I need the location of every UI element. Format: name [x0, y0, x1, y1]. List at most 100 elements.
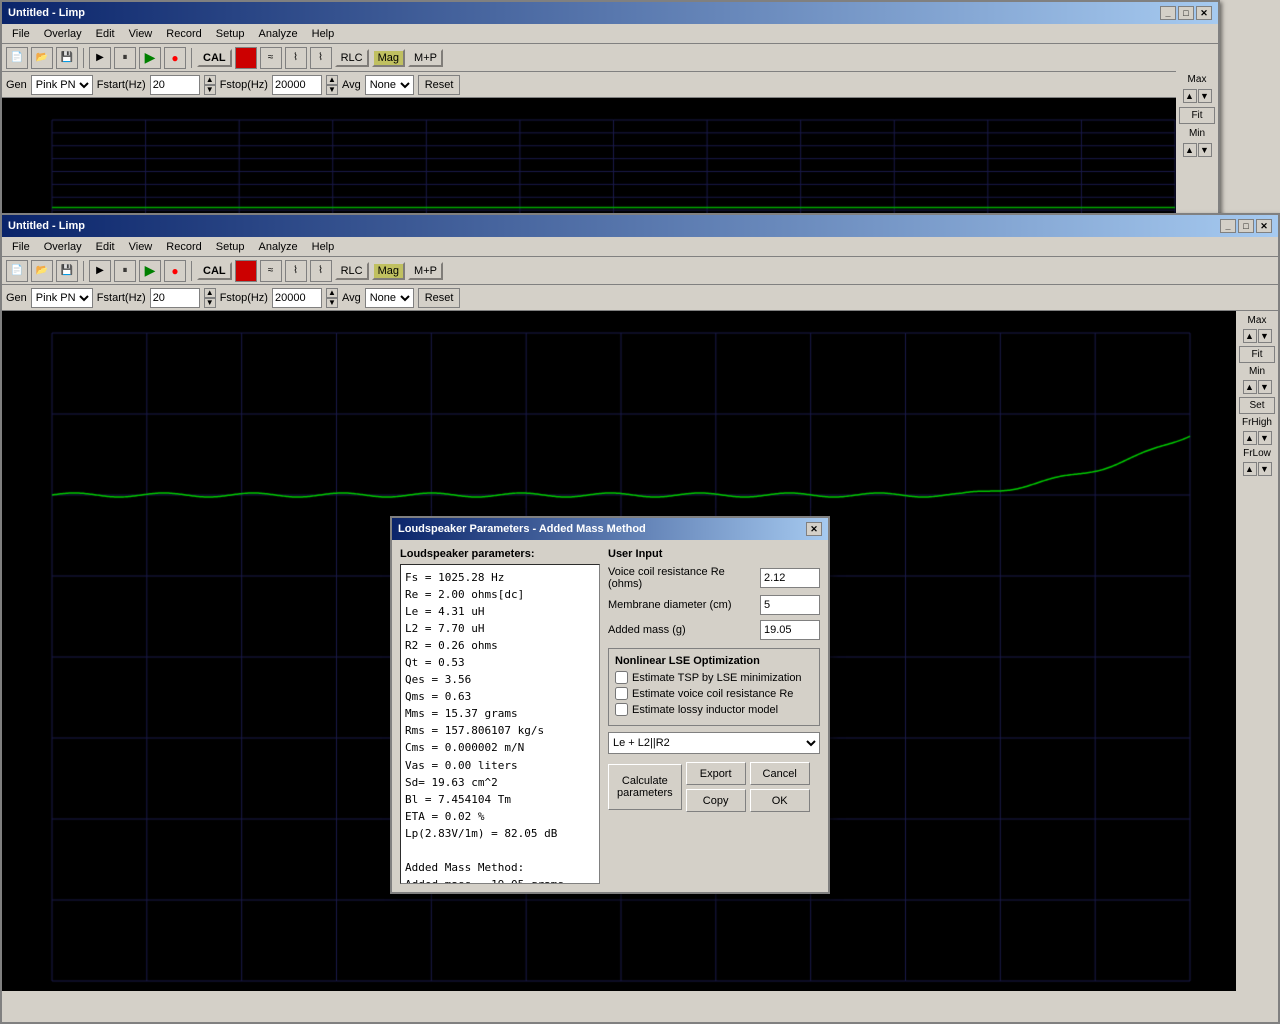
copy-button[interactable]: Copy [686, 789, 746, 812]
gen-select-1[interactable]: Pink PN [31, 75, 93, 95]
frhigh-up[interactable]: ▲ [1243, 431, 1257, 445]
fstop-down-1[interactable]: ▼ [326, 85, 338, 95]
fstop-up-2[interactable]: ▲ [326, 288, 338, 298]
maximize-btn-1[interactable]: □ [1178, 6, 1194, 20]
noise-icon-2[interactable]: ⌇ [285, 260, 307, 282]
fstart-down-2[interactable]: ▼ [204, 298, 216, 308]
est-re-checkbox[interactable] [615, 687, 628, 700]
added-mass-input[interactable] [760, 620, 820, 640]
max-up-1[interactable]: ▲ [1183, 89, 1197, 103]
reset-btn-2[interactable]: Reset [418, 288, 461, 308]
color-red-1[interactable] [235, 47, 257, 69]
ok-button[interactable]: OK [750, 789, 810, 812]
params-panel[interactable]: Fs = 1025.28 HzRe = 2.00 ohms[dc]Le = 4.… [400, 564, 600, 884]
menu-setup-1[interactable]: Setup [210, 27, 251, 41]
avg-select-1[interactable]: None [365, 75, 414, 95]
cal-btn-2[interactable]: CAL [197, 262, 232, 280]
rlc-btn-1[interactable]: RLC [335, 49, 369, 67]
min-up-2[interactable]: ▲ [1243, 380, 1257, 394]
noise-icon-1[interactable]: ⌇ [285, 47, 307, 69]
menu-analyze-1[interactable]: Analyze [252, 27, 303, 41]
mp-btn-1[interactable]: M+P [408, 49, 443, 67]
loudspeaker-dialog: Loudspeaker Parameters - Added Mass Meth… [390, 516, 830, 894]
dialog-close-btn[interactable]: ✕ [806, 522, 822, 536]
record-icon-2[interactable]: ● [164, 260, 186, 282]
record-icon-1[interactable]: ● [164, 47, 186, 69]
avg-select-2[interactable]: None [365, 288, 414, 308]
est-lossy-checkbox[interactable] [615, 703, 628, 716]
mag-btn-2[interactable]: Mag [372, 262, 405, 280]
stop-icon-1[interactable]: ▶ [139, 47, 161, 69]
close-btn-2[interactable]: ✕ [1256, 219, 1272, 233]
rlc-btn-2[interactable]: RLC [335, 262, 369, 280]
menu-view-1[interactable]: View [123, 27, 159, 41]
save-icon-2[interactable]: 💾 [56, 260, 78, 282]
menu-view-2[interactable]: View [123, 240, 159, 254]
signal-icon-1[interactable]: ⌇ [310, 47, 332, 69]
fstop-up-1[interactable]: ▲ [326, 75, 338, 85]
min-up-1[interactable]: ▲ [1183, 143, 1197, 157]
mp-btn-2[interactable]: M+P [408, 262, 443, 280]
menu-setup-2[interactable]: Setup [210, 240, 251, 254]
menu-analyze-2[interactable]: Analyze [252, 240, 303, 254]
gen-select-2[interactable]: Pink PN [31, 288, 93, 308]
menu-overlay-2[interactable]: Overlay [38, 240, 88, 254]
play-icon-2[interactable]: ▶ [89, 260, 111, 282]
min-down-2[interactable]: ▼ [1258, 380, 1272, 394]
menu-edit-2[interactable]: Edit [90, 240, 121, 254]
fstart-down-1[interactable]: ▼ [204, 85, 216, 95]
menu-help-2[interactable]: Help [306, 240, 341, 254]
cancel-button[interactable]: Cancel [750, 762, 810, 785]
open-icon-1[interactable]: 📂 [31, 47, 53, 69]
fstop-input-1[interactable] [272, 75, 322, 95]
maximize-btn-2[interactable]: □ [1238, 219, 1254, 233]
reset-btn-1[interactable]: Reset [418, 75, 461, 95]
fstart-input-1[interactable] [150, 75, 200, 95]
wave-icon-2[interactable]: ≈ [260, 260, 282, 282]
export-button[interactable]: Export [686, 762, 746, 785]
stop-icon-2[interactable]: ▶ [139, 260, 161, 282]
minimize-btn-1[interactable]: _ [1160, 6, 1176, 20]
wave-icon-1[interactable]: ≈ [260, 47, 282, 69]
menu-help-1[interactable]: Help [306, 27, 341, 41]
mag-btn-1[interactable]: Mag [372, 49, 405, 67]
menu-overlay-1[interactable]: Overlay [38, 27, 88, 41]
max-up-2[interactable]: ▲ [1243, 329, 1257, 343]
calculate-button[interactable]: Calculateparameters [608, 764, 682, 810]
open-icon-2[interactable]: 📂 [31, 260, 53, 282]
fstart-input-2[interactable] [150, 288, 200, 308]
signal-icon-2[interactable]: ⌇ [310, 260, 332, 282]
fstart-up-1[interactable]: ▲ [204, 75, 216, 85]
menu-edit-1[interactable]: Edit [90, 27, 121, 41]
model-select[interactable]: Le + L2||R2 Le only Le + L2||R2 + R2b [608, 732, 820, 754]
new-icon-1[interactable]: 📄 [6, 47, 28, 69]
diameter-input[interactable] [760, 595, 820, 615]
fstart-up-2[interactable]: ▲ [204, 288, 216, 298]
min-down-1[interactable]: ▼ [1198, 143, 1212, 157]
color-red-2[interactable] [235, 260, 257, 282]
menu-file-2[interactable]: File [6, 240, 36, 254]
max-down-2[interactable]: ▼ [1258, 329, 1272, 343]
frlow-up[interactable]: ▲ [1243, 462, 1257, 476]
menu-record-2[interactable]: Record [160, 240, 207, 254]
set-btn-2[interactable]: Set [1239, 397, 1275, 414]
fit-btn-1[interactable]: Fit [1179, 107, 1215, 124]
play-icon-1[interactable]: ▶ [89, 47, 111, 69]
fstop-input-2[interactable] [272, 288, 322, 308]
cal-btn-1[interactable]: CAL [197, 49, 232, 67]
max-down-1[interactable]: ▼ [1198, 89, 1212, 103]
close-btn-1[interactable]: ✕ [1196, 6, 1212, 20]
save-icon-1[interactable]: 💾 [56, 47, 78, 69]
new-icon-2[interactable]: 📄 [6, 260, 28, 282]
fit-btn-2[interactable]: Fit [1239, 346, 1275, 363]
menu-file-1[interactable]: File [6, 27, 36, 41]
pause-icon-1[interactable]: ⏸ [114, 47, 136, 69]
pause-icon-2[interactable]: ⏸ [114, 260, 136, 282]
re-input[interactable] [760, 568, 820, 588]
fstop-down-2[interactable]: ▼ [326, 298, 338, 308]
menu-record-1[interactable]: Record [160, 27, 207, 41]
frhigh-down[interactable]: ▼ [1258, 431, 1272, 445]
frlow-down[interactable]: ▼ [1258, 462, 1272, 476]
minimize-btn-2[interactable]: _ [1220, 219, 1236, 233]
est-tsp-checkbox[interactable] [615, 671, 628, 684]
